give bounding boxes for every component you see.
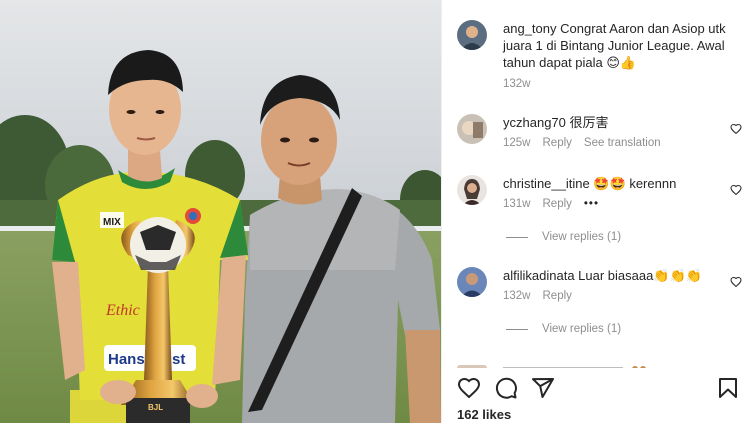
comment-text: 很厉害	[569, 115, 609, 130]
jersey-text-3: st	[172, 351, 185, 368]
view-replies-button[interactable]: View replies (1)	[506, 323, 621, 335]
avatar-yczhang70-image	[457, 114, 487, 144]
avatar-ang-tony-image	[457, 20, 487, 50]
avatar[interactable]	[457, 114, 487, 144]
reply-button[interactable]: Reply	[543, 288, 572, 305]
comment-time[interactable]: 132w	[503, 288, 531, 305]
comment-username[interactable]: alfilikadinata	[503, 268, 575, 283]
comment-text: Luar biasaaa👏👏👏	[578, 268, 702, 283]
heart-icon[interactable]	[730, 184, 742, 196]
comment-username[interactable]: yczhang70	[503, 115, 566, 130]
more-options-icon[interactable]: •••	[584, 196, 599, 213]
photo-illustration: MIX Ethic Hanse st BJL	[0, 0, 441, 423]
comment-time[interactable]: 125w	[503, 135, 531, 152]
trophy-label: BJL	[148, 403, 163, 412]
comments-panel: ang_tony Congrat Aaron dan Asiop utk jua…	[441, 0, 750, 423]
reply-button[interactable]: Reply	[543, 135, 572, 152]
next-comment-partial	[457, 358, 742, 368]
divider-line	[506, 328, 528, 330]
likes-count[interactable]: 162 likes	[457, 407, 511, 422]
avatar-christine-image	[457, 175, 487, 205]
action-bar	[457, 376, 742, 402]
comment-icon[interactable]	[494, 376, 518, 400]
comment-username[interactable]: christine__itine	[503, 176, 590, 191]
heart-icon[interactable]	[457, 376, 481, 400]
avatar[interactable]	[457, 20, 487, 50]
jersey-brand: MIX	[103, 217, 121, 228]
send-icon[interactable]	[531, 376, 555, 400]
avatar[interactable]	[457, 175, 487, 205]
comment-text: 🤩🤩 kerennn	[593, 176, 677, 191]
avatar-alfilikadinata-image	[457, 267, 487, 297]
avatar[interactable]	[457, 267, 487, 297]
comment-time[interactable]: 131w	[503, 196, 531, 213]
view-replies-label: View replies (1)	[542, 231, 622, 243]
bookmark-icon[interactable]	[716, 376, 740, 400]
jersey-text-1: Ethic	[105, 302, 140, 319]
heart-icon[interactable]	[730, 123, 742, 135]
reply-button[interactable]: Reply	[543, 196, 572, 213]
heart-icon[interactable]	[730, 276, 742, 288]
see-translation-button[interactable]: See translation	[584, 135, 661, 152]
view-replies-label: View replies (1)	[542, 323, 622, 335]
divider-line	[506, 236, 528, 238]
comment-username[interactable]: ang_tony	[503, 21, 557, 36]
partial-comment-glimpse	[457, 365, 646, 368]
comment-time[interactable]: 132w	[503, 76, 531, 93]
view-replies-button[interactable]: View replies (1)	[506, 231, 621, 243]
post-photo[interactable]: MIX Ethic Hanse st BJL	[0, 0, 441, 423]
